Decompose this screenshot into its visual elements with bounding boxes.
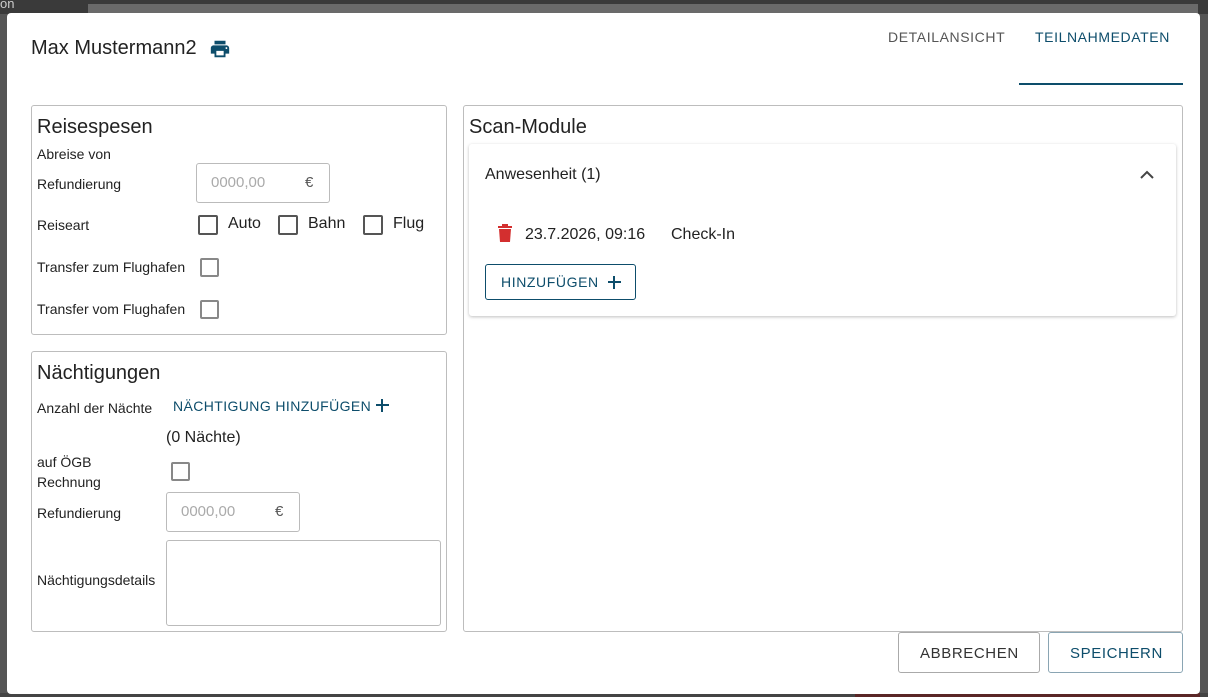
transfer-from-checkbox[interactable] bbox=[200, 300, 219, 319]
nights-count-text: (0 Nächte) bbox=[166, 429, 241, 446]
transfer-to-label: Transfer zum Flughafen bbox=[37, 259, 186, 275]
plus-icon bbox=[376, 399, 390, 412]
anwesenheit-card: Anwesenheit (1) 23.7.2026, 09:16 Check-I… bbox=[469, 144, 1176, 316]
anwesenheit-title[interactable]: Anwesenheit (1) bbox=[485, 166, 601, 184]
chevron-up-icon[interactable] bbox=[1139, 169, 1155, 181]
scan-module-title: Scan-Module bbox=[469, 116, 587, 138]
print-icon[interactable] bbox=[208, 38, 232, 60]
entry-date: 23.7.2026, 09:16 bbox=[525, 226, 646, 243]
flug-label: Flug bbox=[393, 215, 425, 232]
bahn-label: Bahn bbox=[308, 215, 346, 232]
save-label: SPEICHERN bbox=[1070, 645, 1163, 662]
active-tab-indicator bbox=[1019, 83, 1183, 85]
refund-placeholder: 0000,00 bbox=[211, 174, 266, 191]
auto-checkbox[interactable] bbox=[198, 215, 218, 235]
night-refund-input[interactable]: 0000,00 € bbox=[166, 492, 300, 532]
scan-module-panel: Scan-Module Anwesenheit (1) 23.7.2026, 0… bbox=[463, 105, 1183, 632]
plus-icon bbox=[608, 276, 621, 289]
nights-count-label: Anzahl der Nächte bbox=[37, 400, 153, 416]
flug-checkbox[interactable] bbox=[363, 215, 383, 235]
add-scan-label: HINZUFÜGEN bbox=[501, 274, 599, 290]
cancel-label: ABBRECHEN bbox=[920, 645, 1019, 662]
tab-detailansicht[interactable]: DETAILANSICHT bbox=[888, 29, 1005, 45]
add-night-label: NÄCHTIGUNG HINZUFÜGEN bbox=[173, 398, 372, 414]
abreise-label: Abreise von bbox=[37, 146, 111, 162]
participant-dialog: Max Mustermann2 DETAILANSICHT TEILNAHMED… bbox=[7, 13, 1200, 694]
transfer-to-checkbox[interactable] bbox=[200, 258, 219, 277]
cancel-button[interactable]: ABBRECHEN bbox=[898, 632, 1040, 673]
oegb-checkbox[interactable] bbox=[171, 462, 190, 481]
add-scan-button[interactable]: HINZUFÜGEN bbox=[485, 264, 636, 300]
add-night-button[interactable]: NÄCHTIGUNG HINZUFÜGEN bbox=[173, 398, 390, 414]
naechtigungen-title: Nächtigungen bbox=[37, 362, 161, 384]
bahn-checkbox[interactable] bbox=[278, 215, 298, 235]
transfer-from-label: Transfer vom Flughafen bbox=[37, 301, 186, 317]
trash-icon[interactable] bbox=[498, 224, 512, 242]
night-details-textarea[interactable] bbox=[166, 540, 441, 626]
refund-label: Refundierung bbox=[37, 176, 122, 192]
save-button[interactable]: SPEICHERN bbox=[1048, 632, 1183, 673]
backdrop-top: on bbox=[0, 0, 1208, 14]
dialog-title: Max Mustermann2 bbox=[31, 37, 197, 59]
oegb-label-line2: Rechnung bbox=[37, 474, 101, 490]
night-refund-placeholder: 0000,00 bbox=[181, 503, 236, 520]
auto-label: Auto bbox=[228, 215, 261, 232]
reiseart-label: Reiseart bbox=[37, 217, 90, 233]
entry-type: Check-In bbox=[671, 226, 736, 243]
backdrop-text-fragment: on bbox=[0, 0, 15, 11]
reisespesen-title: Reisespesen bbox=[37, 116, 153, 138]
night-refund-label: Refundierung bbox=[37, 505, 122, 521]
reisespesen-panel: Reisespesen Abreise von Refundierung 000… bbox=[31, 105, 447, 335]
naechtigungen-panel: Nächtigungen Anzahl der Nächte NÄCHTIGUN… bbox=[31, 351, 447, 632]
oegb-label-line1: auf ÖGB bbox=[37, 454, 92, 470]
night-euro-symbol: € bbox=[275, 503, 284, 520]
night-details-label: Nächtigungsdetails bbox=[37, 572, 156, 588]
tab-teilnahmedaten[interactable]: TEILNAHMEDATEN bbox=[1035, 29, 1170, 45]
refund-input[interactable]: 0000,00 € bbox=[196, 163, 330, 203]
euro-symbol: € bbox=[305, 174, 314, 191]
